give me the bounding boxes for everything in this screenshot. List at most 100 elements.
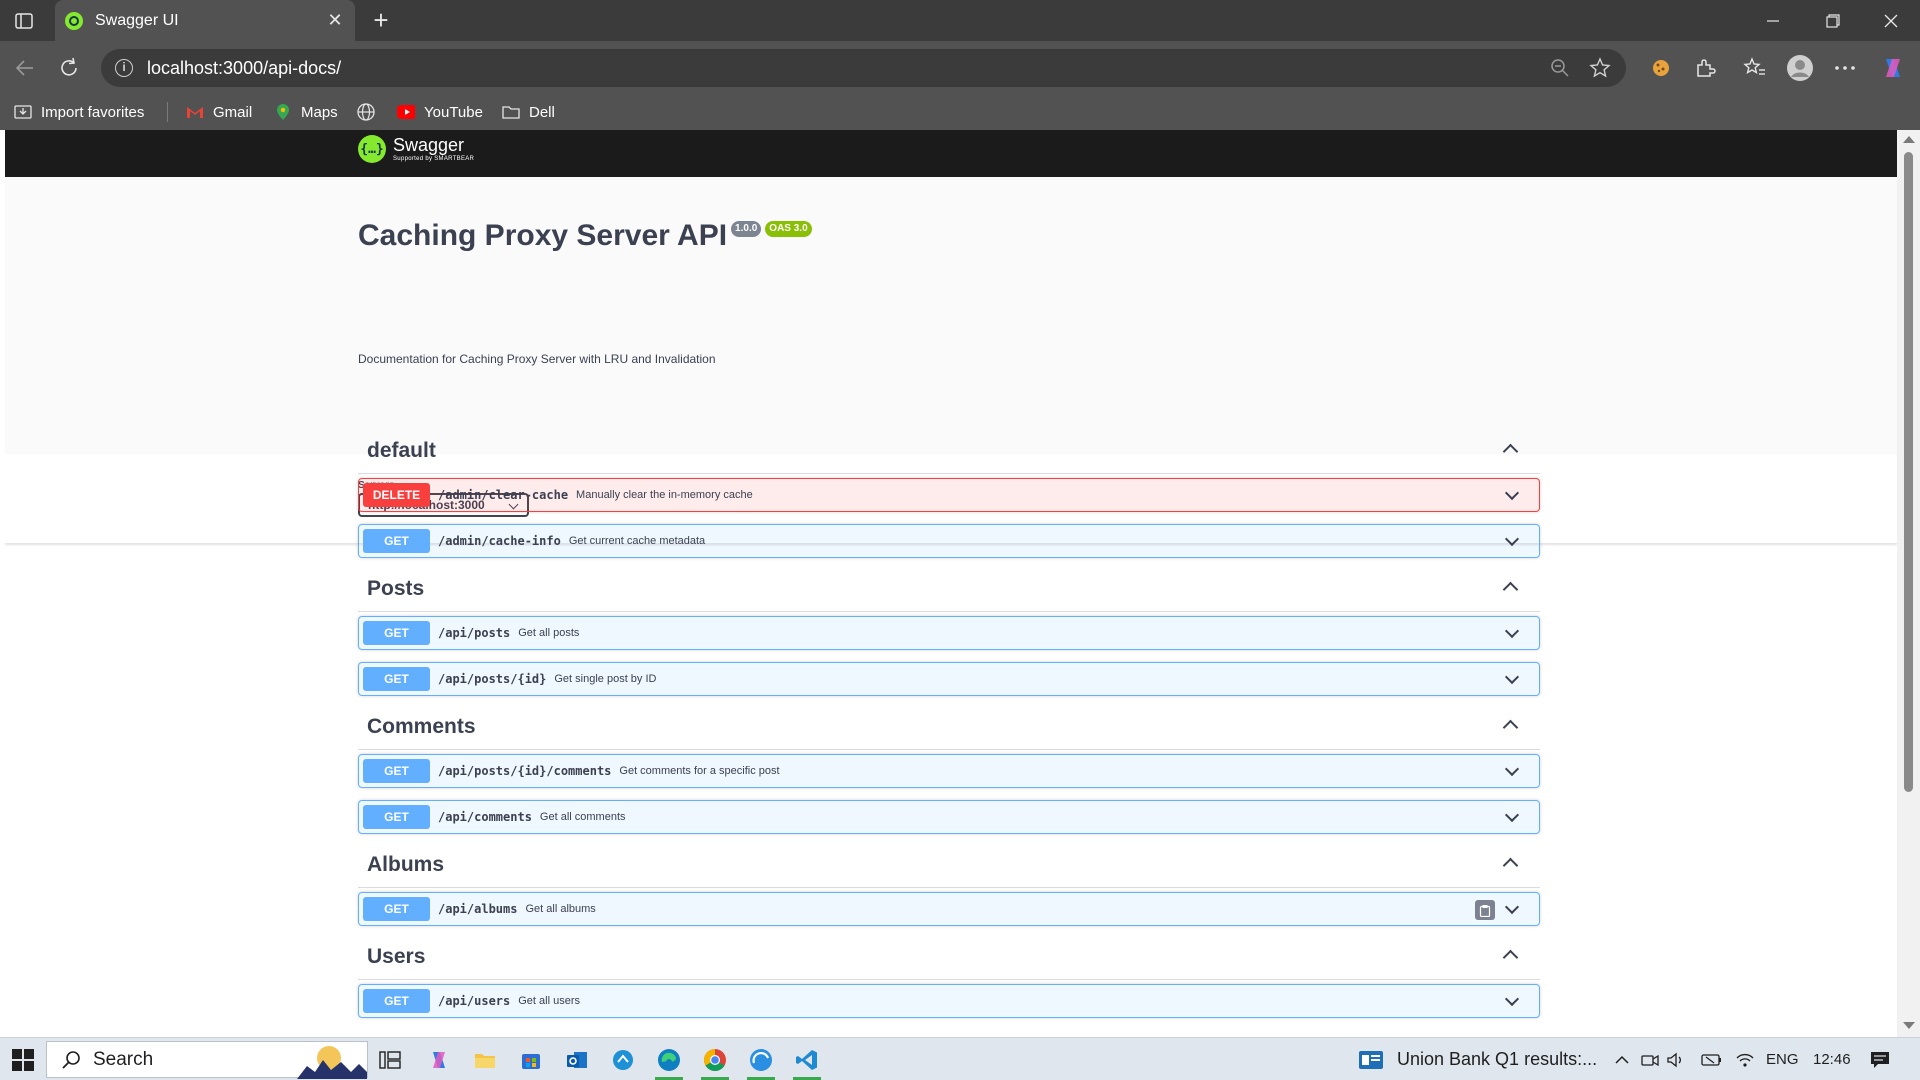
more-menu-icon[interactable] xyxy=(1830,53,1860,83)
outlook-icon[interactable] xyxy=(563,1046,591,1074)
minimize-button[interactable] xyxy=(1758,8,1788,34)
chevron-down-icon[interactable] xyxy=(1504,485,1520,501)
operation-summary: Get all albums xyxy=(525,903,596,915)
bookmark-globe[interactable] xyxy=(357,100,384,124)
page-scrollbar[interactable] xyxy=(1897,130,1920,1037)
chrome-icon[interactable] xyxy=(701,1046,729,1080)
copilot-icon[interactable] xyxy=(1878,53,1908,83)
bookmark-dell[interactable]: Dell xyxy=(502,100,555,124)
bookmarks-bar: Import favorites Gmail Maps YouTube Dell xyxy=(0,94,1920,130)
swagger-logo[interactable]: {…} Swagger Supported by SMARTBEAR xyxy=(358,135,474,163)
bookmark-maps[interactable]: Maps xyxy=(274,100,338,124)
edge-beta-icon[interactable] xyxy=(747,1046,775,1080)
news-widget-text[interactable]: Union Bank Q1 results:... xyxy=(1397,1049,1597,1070)
bookmark-youtube[interactable]: YouTube xyxy=(397,100,483,124)
address-bar[interactable]: i localhost:3000/api-docs/ xyxy=(101,49,1626,87)
bookmark-import-favorites[interactable]: Import favorites xyxy=(14,100,144,124)
chevron-up-icon[interactable] xyxy=(1502,949,1519,966)
operation-get-users[interactable]: GET /api/users Get all users xyxy=(358,984,1540,1018)
scroll-up-arrow-icon[interactable] xyxy=(1903,136,1915,143)
chevron-down-icon[interactable] xyxy=(1504,899,1520,915)
scroll-thumb[interactable] xyxy=(1904,152,1913,792)
show-hidden-icons-chevron-icon[interactable] xyxy=(1608,1046,1636,1074)
store-icon[interactable] xyxy=(517,1046,545,1074)
operation-path: /api/users xyxy=(438,994,511,1008)
clock-time[interactable]: 12:46 xyxy=(1813,1051,1851,1068)
method-badge: GET xyxy=(363,667,430,691)
import-icon xyxy=(14,103,32,121)
chevron-down-icon[interactable] xyxy=(1504,531,1520,547)
chevron-down-icon[interactable] xyxy=(1504,991,1520,1007)
zoom-icon[interactable] xyxy=(1546,54,1574,82)
url-text[interactable]: localhost:3000/api-docs/ xyxy=(147,58,1546,79)
language-indicator[interactable]: ENG xyxy=(1766,1051,1799,1068)
operation-get-post-by-id[interactable]: GET /api/posts/{id} Get single post by I… xyxy=(358,662,1540,696)
tag-name: Posts xyxy=(367,577,425,600)
site-info-icon[interactable]: i xyxy=(115,59,133,77)
task-view-icon[interactable] xyxy=(376,1046,404,1074)
method-badge: DELETE xyxy=(363,483,430,507)
chevron-up-icon[interactable] xyxy=(1502,581,1519,598)
tag-users[interactable]: Users xyxy=(358,932,1540,980)
method-badge: GET xyxy=(363,759,430,783)
new-tab-button[interactable]: + xyxy=(367,6,395,34)
tag-name: default xyxy=(367,439,436,462)
tag-posts[interactable]: Posts xyxy=(358,564,1540,612)
tag-default[interactable]: default xyxy=(358,426,1540,474)
chevron-up-icon[interactable] xyxy=(1502,443,1519,460)
chevron-down-icon[interactable] xyxy=(1504,807,1520,823)
chevron-down-icon[interactable] xyxy=(1504,623,1520,639)
taskbar-search-box[interactable]: Search xyxy=(46,1041,368,1079)
tab-close-icon[interactable]: ✕ xyxy=(325,10,345,31)
windows-start-icon[interactable] xyxy=(12,1049,34,1071)
chevron-down-icon[interactable] xyxy=(1504,761,1520,777)
operation-summary: Manually clear the in-memory cache xyxy=(576,489,753,501)
back-arrow-icon[interactable] xyxy=(10,53,40,83)
chevron-down-icon[interactable] xyxy=(1504,669,1520,685)
tag-comments[interactable]: Comments xyxy=(358,702,1540,750)
sidebar-toggle-icon[interactable] xyxy=(12,10,36,32)
favorite-star-icon[interactable] xyxy=(1586,54,1614,82)
wifi-icon[interactable] xyxy=(1731,1046,1759,1074)
profile-avatar-icon[interactable] xyxy=(1785,53,1815,83)
favorites-collection-icon[interactable] xyxy=(1740,53,1770,83)
api-info-section: Caching Proxy Server API 1.0.0 OAS 3.0 D… xyxy=(5,177,1897,454)
edge-icon[interactable] xyxy=(655,1046,683,1080)
globe-icon xyxy=(357,103,375,121)
operation-delete-clear-cache[interactable]: DELETE /admin/clear-cache Manually clear… xyxy=(358,478,1540,512)
battery-icon[interactable] xyxy=(1698,1046,1726,1074)
file-explorer-icon[interactable] xyxy=(471,1046,499,1074)
youtube-icon xyxy=(397,103,415,121)
operation-get-comments[interactable]: GET /api/comments Get all comments xyxy=(358,800,1540,834)
restore-button[interactable] xyxy=(1818,8,1848,34)
api-title: Caching Proxy Server API 1.0.0 OAS 3.0 xyxy=(358,219,812,253)
reload-icon[interactable] xyxy=(54,53,84,83)
browser-tab-swagger[interactable]: Swagger UI ✕ xyxy=(55,0,355,41)
bookmark-gmail[interactable]: Gmail xyxy=(186,100,252,124)
operation-get-cache-info[interactable]: GET /admin/cache-info Get current cache … xyxy=(358,524,1540,558)
operation-get-posts[interactable]: GET /api/posts Get all posts xyxy=(358,616,1540,650)
windows-taskbar: Search Union Bank Q1 results:... ENG 12:… xyxy=(0,1037,1920,1080)
scroll-down-arrow-icon[interactable] xyxy=(1903,1022,1915,1029)
copy-to-clipboard-icon[interactable] xyxy=(1475,900,1495,920)
meet-camera-icon[interactable] xyxy=(1636,1046,1664,1074)
extensions-puzzle-icon[interactable] xyxy=(1690,53,1720,83)
cookie-extension-icon[interactable] xyxy=(1646,53,1676,83)
tag-name: Comments xyxy=(367,715,476,738)
vscode-icon[interactable] xyxy=(793,1046,821,1080)
operation-get-post-comments[interactable]: GET /api/posts/{id}/comments Get comment… xyxy=(358,754,1540,788)
chevron-up-icon[interactable] xyxy=(1502,857,1519,874)
volume-icon[interactable] xyxy=(1662,1046,1690,1074)
edge-dev-icon[interactable] xyxy=(609,1046,637,1074)
api-description: Documentation for Caching Proxy Server w… xyxy=(358,352,716,366)
taskbar-search-label: Search xyxy=(93,1048,154,1070)
chevron-up-icon[interactable] xyxy=(1502,719,1519,736)
news-widget-icon[interactable] xyxy=(1357,1046,1385,1074)
tag-name: Albums xyxy=(367,853,445,876)
operation-summary: Get all users xyxy=(518,995,580,1007)
notifications-icon[interactable] xyxy=(1866,1046,1894,1074)
close-window-button[interactable] xyxy=(1876,8,1906,34)
tag-albums[interactable]: Albums xyxy=(358,840,1540,888)
copilot-taskbar-icon[interactable] xyxy=(425,1046,453,1074)
operation-get-albums[interactable]: GET /api/albums Get all albums xyxy=(358,892,1540,926)
